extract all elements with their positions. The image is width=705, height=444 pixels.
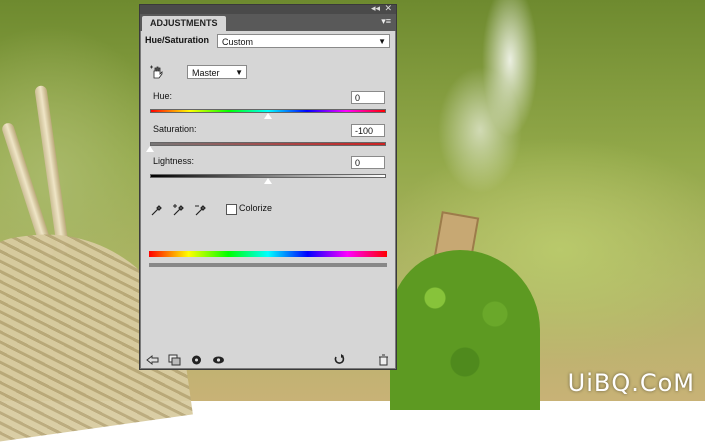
colorize-label: Colorize bbox=[239, 203, 273, 213]
panel-title-strip: ◂◂ ✕ bbox=[140, 3, 396, 14]
panel-tab-bar: ADJUSTMENTS ▾≡ bbox=[140, 14, 396, 31]
chevron-down-icon: ▼ bbox=[378, 37, 386, 46]
hue-label: Hue: bbox=[153, 91, 173, 101]
hue-slider-thumb[interactable] bbox=[263, 112, 273, 120]
double-chevron-left-icon[interactable]: ◂◂ bbox=[371, 3, 380, 14]
eyedropper-plus-icon[interactable] bbox=[172, 203, 186, 217]
ivy-house bbox=[390, 250, 540, 410]
preset-select[interactable]: Custom ▼ bbox=[217, 34, 390, 48]
panel-menu-icon[interactable]: ▾≡ bbox=[381, 16, 391, 27]
eyedropper-minus-icon[interactable] bbox=[194, 203, 208, 217]
colorize-checkbox[interactable] bbox=[226, 204, 237, 215]
input-color-spectrum-bar bbox=[149, 251, 387, 257]
saturation-slider-track[interactable] bbox=[150, 142, 386, 146]
tab-adjustments[interactable]: ADJUSTMENTS bbox=[142, 16, 226, 31]
saturation-label: Saturation: bbox=[153, 124, 197, 134]
visibility-icon[interactable] bbox=[190, 354, 203, 366]
targeted-adjustment-hand-icon[interactable] bbox=[149, 64, 165, 80]
watermark: UiBQ.CoM bbox=[567, 369, 695, 397]
view-previous-icon[interactable] bbox=[212, 354, 225, 366]
adjustments-panel: ◂◂ ✕ ADJUSTMENTS ▾≡ Hue/Saturation Custo… bbox=[139, 3, 397, 370]
adjustment-header: Hue/Saturation Custom ▼ bbox=[140, 31, 396, 53]
back-arrow-icon[interactable] bbox=[146, 354, 159, 366]
trash-icon[interactable] bbox=[377, 354, 390, 366]
saturation-input[interactable]: -100 bbox=[351, 124, 385, 137]
clip-to-layer-icon[interactable] bbox=[168, 354, 181, 366]
lightness-label: Lightness: bbox=[153, 156, 195, 166]
reset-icon[interactable] bbox=[333, 354, 346, 366]
hue-input[interactable]: 0 bbox=[351, 91, 385, 104]
close-icon[interactable]: ✕ bbox=[384, 3, 392, 14]
output-color-spectrum-bar bbox=[149, 263, 387, 267]
lightness-slider-thumb[interactable] bbox=[263, 177, 273, 185]
channel-value: Master bbox=[192, 68, 220, 78]
adjustment-title: Hue/Saturation bbox=[145, 35, 210, 45]
lightness-input[interactable]: 0 bbox=[351, 156, 385, 169]
channel-select[interactable]: Master ▼ bbox=[187, 65, 247, 79]
eyedropper-icon[interactable] bbox=[150, 203, 164, 217]
panel-footer bbox=[140, 351, 396, 369]
saturation-slider-thumb[interactable] bbox=[145, 145, 155, 153]
chevron-down-icon: ▼ bbox=[235, 68, 243, 77]
preset-value: Custom bbox=[222, 37, 254, 47]
